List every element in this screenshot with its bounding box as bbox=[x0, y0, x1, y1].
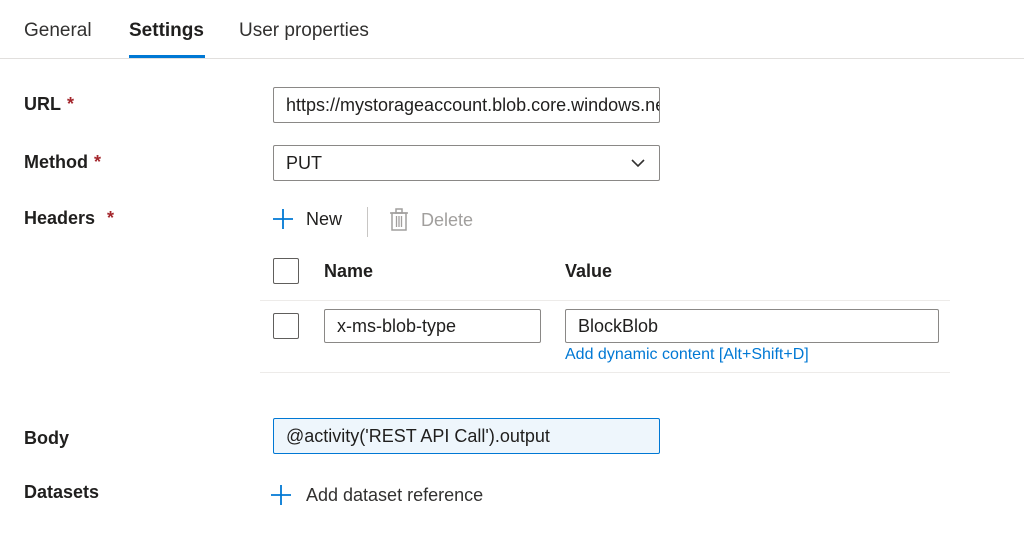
add-dataset-reference-button[interactable]: Add dataset reference bbox=[270, 484, 483, 506]
header-name-input[interactable]: x-ms-blob-type bbox=[324, 309, 541, 343]
url-label-text: URL bbox=[24, 94, 61, 114]
plus-icon bbox=[271, 485, 291, 505]
required-marker: * bbox=[93, 152, 101, 172]
plus-icon bbox=[273, 209, 293, 229]
headers-label: Headers * bbox=[24, 208, 114, 229]
datasets-label-text: Datasets bbox=[24, 482, 100, 502]
delete-header-button[interactable]: Delete bbox=[389, 208, 473, 232]
tab-general[interactable]: General bbox=[24, 20, 92, 42]
active-tab-indicator bbox=[129, 55, 205, 58]
select-all-checkbox[interactable] bbox=[273, 258, 299, 284]
required-marker: * bbox=[107, 208, 115, 228]
body-input[interactable]: @activity('REST API Call').output bbox=[273, 418, 660, 454]
method-label-text: Method bbox=[24, 152, 88, 172]
body-label-text: Body bbox=[24, 428, 69, 448]
tab-user-properties[interactable]: User properties bbox=[239, 20, 369, 42]
add-dynamic-content-link[interactable]: Add dynamic content [Alt+Shift+D] bbox=[565, 346, 809, 364]
header-value-input[interactable]: BlockBlob bbox=[565, 309, 939, 343]
tab-settings[interactable]: Settings bbox=[129, 20, 204, 42]
trash-icon bbox=[390, 208, 408, 231]
method-selected-value: PUT bbox=[286, 153, 322, 173]
headers-label-text: Headers bbox=[24, 208, 96, 228]
column-header-value: Value bbox=[565, 261, 613, 281]
url-input[interactable]: https://mystorageaccount.blob.core.windo… bbox=[273, 87, 660, 123]
datasets-label: Datasets bbox=[24, 482, 99, 503]
new-header-button[interactable]: New bbox=[272, 208, 342, 230]
tab-bar: General Settings User properties bbox=[0, 0, 1024, 59]
url-label: URL * bbox=[24, 94, 74, 115]
toolbar-divider bbox=[367, 207, 368, 237]
new-label: New bbox=[306, 208, 343, 229]
column-header-name: Name bbox=[324, 261, 374, 281]
row-checkbox[interactable] bbox=[273, 313, 299, 339]
body-label: Body bbox=[24, 428, 69, 449]
method-label: Method * bbox=[24, 152, 101, 173]
add-dataset-label: Add dataset reference bbox=[306, 484, 484, 505]
delete-label: Delete bbox=[421, 209, 474, 230]
chevron-down-icon bbox=[631, 159, 645, 168]
method-select[interactable]: PUT bbox=[273, 145, 660, 181]
required-marker: * bbox=[67, 94, 75, 114]
